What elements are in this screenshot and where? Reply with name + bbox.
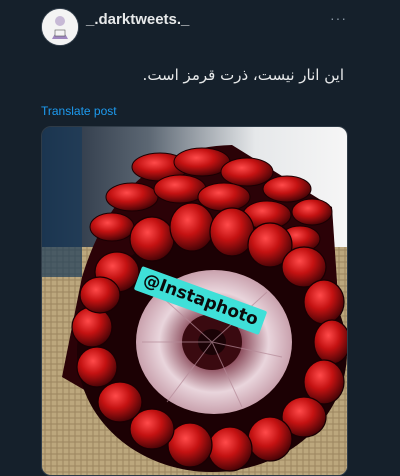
post-media-image[interactable]: @Instaphoto — [41, 126, 348, 476]
avatar[interactable] — [41, 8, 79, 46]
tweet-post: _.darktweets._ ··· این انار نیست، ذرت قر… — [0, 0, 400, 476]
avatar-image — [42, 9, 78, 45]
more-options-icon[interactable]: ··· — [330, 10, 347, 26]
translate-post-link[interactable]: Translate post — [41, 104, 117, 118]
username[interactable]: _.darktweets._ — [86, 11, 189, 28]
post-text: این انار نیست، ذرت قرمز است. — [142, 66, 344, 84]
